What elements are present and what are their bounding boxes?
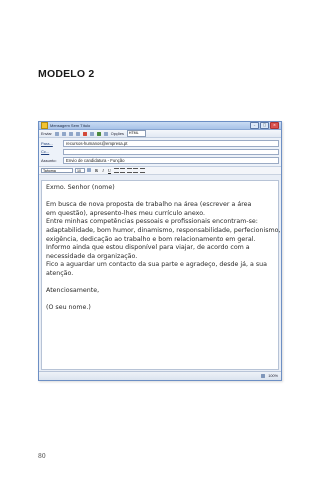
formatting-toolbar: Tahoma 10 B I U (39, 166, 281, 175)
greeting-line: Exmo. Senhor (nome) (46, 184, 115, 191)
zoom-level[interactable]: 100% (268, 374, 278, 378)
signature-line: (O seu nome.) (46, 304, 91, 312)
status-bar: 100% (39, 371, 281, 380)
send-button[interactable]: Enviar (41, 132, 52, 136)
align-left-icon[interactable] (113, 167, 119, 173)
numbering-icon[interactable] (139, 167, 145, 173)
window-title: Mensagem Sem Título (50, 123, 91, 128)
body-line: atenção. (46, 269, 74, 277)
window-titlebar: Mensagem Sem Título – □ × (39, 122, 281, 130)
font-color-icon[interactable] (87, 168, 91, 172)
body-line: Fico a aguardar um contacto da sua parte… (46, 261, 268, 269)
to-field[interactable]: recursos-humanos@empresa.pt (63, 140, 279, 147)
email-compose-window: Mensagem Sem Título – □ × Enviar Opções … (38, 121, 282, 381)
body-line: Em busca de nova proposta de trabalho na… (46, 201, 252, 209)
address-book-icon[interactable] (68, 131, 73, 136)
check-names-icon[interactable] (75, 131, 80, 136)
closing-line: Atenciosamente, (46, 287, 100, 295)
close-button[interactable]: × (270, 122, 279, 129)
flag-icon[interactable] (96, 131, 101, 136)
importance-high-icon[interactable] (82, 131, 87, 136)
bold-button[interactable]: B (94, 168, 99, 173)
options-button[interactable]: Opções (111, 132, 124, 136)
font-size-select[interactable]: 10 (75, 167, 85, 173)
format-select[interactable]: HTML (126, 130, 146, 137)
subject-label: Assunto: (41, 157, 57, 163)
section-heading: MODELO 2 (38, 68, 95, 80)
bullets-icon[interactable] (133, 167, 138, 173)
envelope-icon (41, 122, 48, 129)
minimize-button[interactable]: – (250, 122, 259, 129)
to-row: Para... recursos-humanos@empresa.pt (41, 139, 279, 148)
align-center-icon[interactable] (120, 167, 125, 173)
message-headers: Para... recursos-humanos@empresa.pt Cc..… (39, 138, 281, 167)
cc-button[interactable]: Cc... (41, 149, 63, 154)
italic-button[interactable]: I (101, 168, 106, 173)
body-paragraph: Em busca de nova proposta de trabalho na… (46, 201, 281, 278)
align-right-icon[interactable] (126, 167, 132, 173)
body-line: Informo ainda que estou disponível para … (46, 244, 250, 252)
cc-row: Cc... (41, 148, 279, 157)
importance-low-icon[interactable] (89, 131, 94, 136)
body-line: Entre minhas competências pessoais e pro… (46, 218, 258, 226)
maximize-button[interactable]: □ (260, 122, 269, 129)
message-toolbar: Enviar Opções HTML (39, 130, 281, 138)
subject-row: Assunto: Envio de candidatura - Função (41, 156, 279, 165)
subject-field[interactable]: Envio de candidatura - Função (63, 157, 279, 164)
attach-icon[interactable] (61, 131, 66, 136)
save-icon[interactable] (54, 131, 59, 136)
body-line: adaptabilidade, bom humor, dinamismo, re… (46, 226, 281, 234)
to-button[interactable]: Para... (41, 141, 63, 146)
font-select[interactable]: Tahoma (41, 167, 73, 173)
document-page: MODELO 2 Mensagem Sem Título – □ × Envia… (0, 0, 320, 491)
view-icon[interactable] (261, 374, 266, 378)
body-line: exigência, dedicação ao trabalho e bom r… (46, 235, 256, 243)
underline-button[interactable]: U (107, 168, 112, 173)
insert-icon[interactable] (103, 131, 108, 136)
message-body[interactable]: Exmo. Senhor (nome) Em busca de nova pro… (41, 180, 281, 370)
page-number: 80 (38, 453, 46, 460)
cc-field[interactable] (63, 148, 279, 155)
